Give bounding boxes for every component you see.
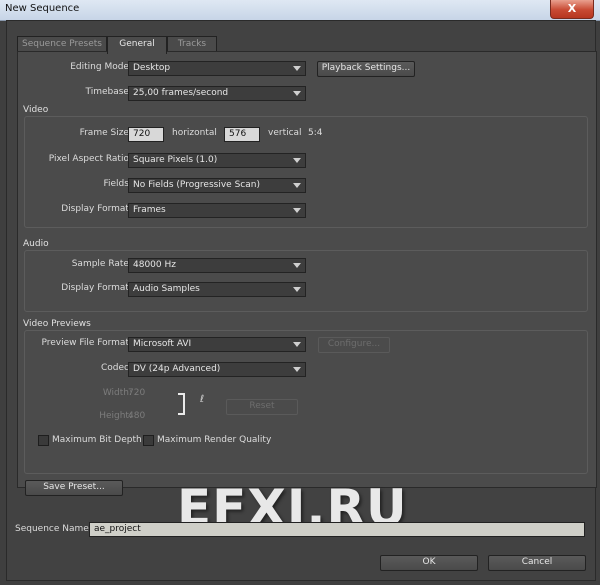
window-title: New Sequence [5, 3, 80, 14]
audio-display-format-dropdown[interactable]: Audio Samples [128, 282, 306, 297]
preview-width-value[interactable]: 720 [128, 388, 145, 398]
preview-file-format-value: Microsoft AVI [133, 339, 192, 349]
link-bracket [178, 393, 185, 415]
close-button[interactable]: X [550, 0, 594, 19]
fields-value: No Fields (Progressive Scan) [133, 180, 260, 190]
audio-section-title: Audio [23, 239, 49, 249]
reset-button[interactable]: Reset [226, 399, 298, 415]
pixel-aspect-label: Pixel Aspect Ratio: [48, 154, 132, 164]
sequence-name-label: Sequence Name: [15, 524, 92, 534]
fields-dropdown[interactable]: No Fields (Progressive Scan) [128, 178, 306, 193]
chevron-down-icon [293, 91, 301, 96]
max-render-quality-label: Maximum Render Quality [157, 435, 272, 445]
sample-rate-label: Sample Rate: [71, 259, 132, 269]
video-previews-section [24, 330, 588, 474]
ok-button[interactable]: OK [380, 555, 478, 571]
save-preset-button[interactable]: Save Preset... [25, 480, 123, 496]
vertical-label: vertical [268, 128, 302, 138]
max-render-quality-checkbox[interactable] [143, 435, 154, 446]
cancel-button[interactable]: Cancel [488, 555, 586, 571]
preview-file-format-label: Preview File Format: [41, 338, 132, 348]
chevron-down-icon [293, 158, 301, 163]
chevron-down-icon [293, 183, 301, 188]
chevron-down-icon [293, 263, 301, 268]
chevron-down-icon [293, 66, 301, 71]
timebase-dropdown[interactable]: 25,00 frames/second [128, 86, 306, 101]
window-titlebar: New Sequence X [0, 0, 600, 21]
codec-value: DV (24p Advanced) [133, 364, 221, 374]
timebase-value: 25,00 frames/second [133, 88, 229, 98]
general-tab-panel: Editing Mode: Desktop Playback Settings.… [17, 51, 597, 488]
chain-link-icon[interactable]: ℓ [200, 394, 204, 405]
frame-height-field[interactable]: 576 [224, 127, 260, 142]
horizontal-label: horizontal [172, 128, 217, 138]
frame-width-field[interactable]: 720 [128, 127, 164, 142]
sample-rate-value: 48000 Hz [133, 260, 176, 270]
preview-file-format-dropdown[interactable]: Microsoft AVI [128, 337, 306, 352]
preview-height-value[interactable]: 480 [128, 411, 145, 421]
dialog-body: Sequence Presets General Tracks Editing … [6, 20, 597, 581]
editing-mode-value: Desktop [133, 63, 171, 73]
pixel-aspect-dropdown[interactable]: Square Pixels (1.0) [128, 153, 306, 168]
chevron-down-icon [293, 208, 301, 213]
playback-settings-button[interactable]: Playback Settings... [317, 61, 415, 77]
audio-display-format-value: Audio Samples [133, 284, 200, 294]
sequence-name-input[interactable]: ae_project [89, 522, 585, 537]
video-display-format-value: Frames [133, 205, 166, 215]
chevron-down-icon [293, 342, 301, 347]
max-bit-depth-checkbox[interactable] [38, 435, 49, 446]
close-icon: X [567, 2, 577, 15]
sample-rate-dropdown[interactable]: 48000 Hz [128, 258, 306, 273]
video-previews-section-title: Video Previews [23, 319, 91, 329]
editing-mode-dropdown[interactable]: Desktop [128, 61, 306, 76]
chevron-down-icon [293, 367, 301, 372]
aspect-ratio-readout: 5:4 [308, 128, 323, 138]
max-bit-depth-label: Maximum Bit Depth [52, 435, 142, 445]
pixel-aspect-value: Square Pixels (1.0) [133, 155, 218, 165]
frame-size-label: Frame Size: [79, 128, 132, 138]
tab-general[interactable]: General [107, 36, 167, 54]
audio-display-format-label: Display Format: [61, 283, 132, 293]
configure-button[interactable]: Configure... [318, 337, 390, 353]
timebase-label: Timebase: [85, 87, 132, 97]
video-display-format-label: Display Format: [61, 204, 132, 214]
editing-mode-label: Editing Mode: [70, 62, 132, 72]
chevron-down-icon [293, 287, 301, 292]
codec-dropdown[interactable]: DV (24p Advanced) [128, 362, 306, 377]
video-display-format-dropdown[interactable]: Frames [128, 203, 306, 218]
video-section-title: Video [23, 105, 49, 115]
